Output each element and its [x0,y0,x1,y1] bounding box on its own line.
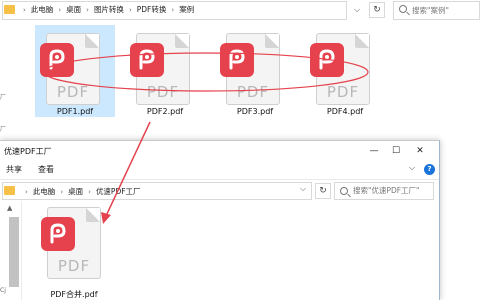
breadcrumb-item[interactable]: 优速PDF工厂 [96,186,141,197]
breadcrumb-item[interactable]: 桌面 [68,186,83,197]
tab-view[interactable]: 查看 [38,164,54,175]
folder-icon [4,186,15,195]
maximize-icon[interactable]: ☐ [386,143,406,159]
background-explorer-window: › 此电脑 › 桌面 › 图片转换 › PDF转换 › 案例 ⌵ ↻ 搜索"案例… [0,0,480,140]
nav-pane-fragment: 厂 [0,126,7,133]
search-placeholder: 搜索"案例" [412,6,449,15]
file-item[interactable]: PDF PDF4.pdf [305,25,385,123]
pdf-file-icon: PDF [40,33,100,105]
breadcrumb-item[interactable]: 案例 [179,4,194,15]
address-bar: › 此电脑 › 桌面 › 图片转换 › PDF转换 › 案例 ⌵ ↻ 搜索"案例… [0,0,480,22]
refresh-icon[interactable]: ↻ [369,2,385,18]
file-item[interactable]: PDF PDF合并.pdf [34,201,114,300]
breadcrumb-item[interactable]: 此电脑 [33,186,56,197]
pdf-file-icon: PDF [130,33,190,105]
file-name: PDF2.pdf [146,107,184,116]
breadcrumb-item[interactable]: 此电脑 [31,4,54,15]
pdf-icon-text: PDF [236,83,270,101]
pdf-file-icon: PDF [41,207,101,279]
close-icon[interactable]: ✕ [410,143,430,159]
chevron-down-icon[interactable]: ⌵ [350,3,364,17]
help-icon[interactable]: ? [424,164,435,175]
file-name: PDF合并.pdf [50,290,98,299]
file-name: PDF3.pdf [236,107,274,116]
minimize-icon[interactable]: — [364,143,384,159]
breadcrumb-item[interactable]: PDF转换 [137,4,167,15]
scrollbar[interactable] [9,217,19,287]
pdf-icon-text: PDF [146,83,180,101]
breadcrumb: › 此电脑 › 桌面 › 图片转换 › PDF转换 › 案例 [23,4,195,15]
ribbon-tabs: 共享 查看 ⌵ ? [0,161,439,179]
nav-pane-fragment: 厂 [0,94,7,101]
file-item[interactable]: PDF PDF2.pdf [125,25,205,123]
title-bar[interactable]: 优速PDF工厂 — ☐ ✕ [0,141,439,161]
address-bar: › 此电脑 › 桌面 › 优速PDF工厂 ⌵ ↻ 搜索"优速PDF工厂" [0,179,439,201]
pdf-icon-text: PDF [326,83,360,101]
navigation-pane: ▲ Cj [0,201,22,300]
pdf-icon-text: PDF [56,83,90,101]
foreground-explorer-window: 优速PDF工厂 — ☐ ✕ 共享 查看 ⌵ ? › 此电脑 › 桌面 › 优速P… [0,140,440,300]
search-icon [399,5,407,13]
file-name: PDF4.pdf [326,107,364,116]
scroll-up-icon[interactable]: ▲ [7,204,12,212]
search-placeholder: 搜索"优速PDF工厂" [353,186,420,195]
chevron-down-icon[interactable]: ⌵ [300,184,306,194]
refresh-icon[interactable]: ↻ [315,183,331,199]
search-icon [340,187,348,195]
search-input[interactable]: 搜索"优速PDF工厂" [334,182,434,200]
breadcrumb: › 此电脑 › 桌面 › 优速PDF工厂 [25,186,141,197]
folder-icon [4,5,15,14]
file-name: PDF1.pdf [56,107,94,116]
search-input[interactable]: 搜索"案例" [393,1,480,20]
tab-share[interactable]: 共享 [6,164,22,175]
breadcrumb-item[interactable]: 桌面 [66,4,81,15]
pdf-file-icon: PDF [310,33,370,105]
pdf-file-icon: PDF [220,33,280,105]
chevron-down-icon[interactable]: ⌵ [409,163,415,173]
file-item[interactable]: PDF PDF3.pdf [215,25,295,123]
file-item[interactable]: PDF PDF1.pdf [35,25,115,123]
breadcrumb-item[interactable]: 图片转换 [94,4,124,15]
window-title: 优速PDF工厂 [4,147,52,156]
pdf-icon-text: PDF [57,257,91,275]
nav-pane-fragment: Cj [0,287,6,294]
